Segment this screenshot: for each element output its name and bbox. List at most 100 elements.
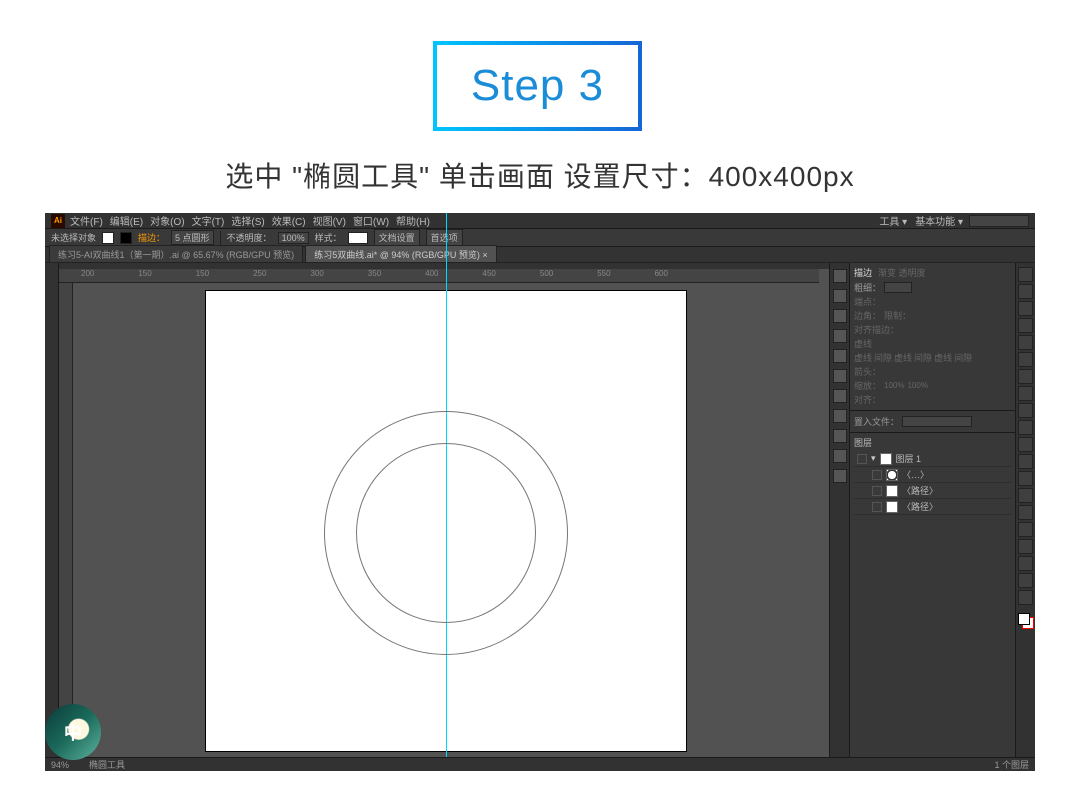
fill-swatch[interactable] [102, 232, 114, 244]
doc-tab-2-label: 练习5双曲线.ai* @ 94% (RGB/GPU 预览) [314, 250, 480, 260]
visibility-toggle[interactable] [857, 454, 867, 464]
visibility-toggle[interactable] [872, 470, 882, 480]
ruler-mark: 300 [310, 269, 323, 282]
prefs-button[interactable]: 首选项 [426, 229, 463, 246]
pencil-tool[interactable] [1018, 420, 1033, 435]
layer-row[interactable]: ▾ 图层 1 [854, 451, 1011, 467]
menu-help[interactable]: 帮助(H) [394, 213, 432, 228]
transform-icon[interactable] [833, 429, 847, 443]
appearance-icon[interactable] [833, 389, 847, 403]
stroke-panel-title[interactable]: 描边 [854, 266, 872, 279]
align-icon[interactable] [833, 409, 847, 423]
menu-object[interactable]: 对象(O) [148, 213, 186, 228]
fill-stroke-swatches[interactable] [1018, 613, 1034, 629]
line-tool[interactable] [1018, 369, 1033, 384]
lasso-tool[interactable] [1018, 318, 1033, 333]
scale-tool[interactable] [1018, 471, 1033, 486]
workspace: 200 150 150 250 300 350 400 450 500 550 … [59, 269, 829, 757]
arrow-scale-1[interactable]: 100% [884, 381, 904, 390]
menu-select[interactable]: 选择(S) [229, 213, 266, 228]
zoom-level[interactable]: 94% [51, 760, 69, 770]
no-selection-label: 未选择对象 [51, 231, 96, 244]
layer-name[interactable]: 〈路径〉 [902, 484, 938, 497]
menu-window[interactable]: 窗口(W) [351, 213, 391, 228]
artboards-icon[interactable] [833, 469, 847, 483]
color-icon[interactable] [833, 269, 847, 283]
dash-seg: 虚线 [934, 351, 952, 364]
type-tool[interactable] [1018, 352, 1033, 367]
chevron-down-icon[interactable]: ▾ [871, 453, 876, 464]
dash-seg: 间隙 [954, 351, 972, 364]
magic-wand-tool[interactable] [1018, 301, 1033, 316]
menu-edit[interactable]: 编辑(E) [108, 213, 145, 228]
swatches-icon[interactable] [833, 289, 847, 303]
layer-thumb [880, 453, 892, 465]
ruler-horizontal: 200 150 150 250 300 350 400 450 500 550 … [59, 269, 819, 283]
doc-setup-button[interactable]: 文档设置 [374, 229, 420, 246]
eyedropper-tool[interactable] [1018, 556, 1033, 571]
width-tool[interactable] [1018, 488, 1033, 503]
stroke-width[interactable]: 5 点圆形 [171, 230, 214, 245]
stroke-icon[interactable] [833, 349, 847, 363]
ellipse-inner[interactable] [356, 443, 536, 623]
layer-name[interactable]: 〈路径〉 [902, 500, 938, 513]
menu-effect[interactable]: 效果(C) [270, 213, 308, 228]
stroke-panel-tabs[interactable]: 渐变 透明度 [878, 266, 926, 279]
menu-file[interactable]: 文件(F) [68, 213, 105, 228]
symbols-icon[interactable] [833, 329, 847, 343]
style-swatch[interactable] [348, 232, 368, 244]
stroke-weight-field[interactable] [884, 282, 912, 293]
stroke-weight-label: 粗细： [854, 281, 881, 294]
layer-name[interactable]: 图层 1 [896, 452, 922, 465]
doc-tab-2[interactable]: 练习5双曲线.ai* @ 94% (RGB/GPU 预览) × [305, 245, 496, 262]
layers-panel-title[interactable]: 图层 [854, 436, 872, 449]
pen-tool[interactable] [1018, 335, 1033, 350]
current-tool-label: 椭圆工具 [89, 758, 125, 771]
toolbar-tools-label[interactable]: 工具 ▾ [877, 213, 909, 228]
dash-seg: 虚线 [854, 351, 872, 364]
menu-view[interactable]: 视图(V) [311, 213, 348, 228]
paintbrush-tool[interactable] [1018, 403, 1033, 418]
arrow-scale-2[interactable]: 100% [907, 381, 927, 390]
selection-tool[interactable] [1018, 267, 1033, 282]
canvas[interactable] [73, 283, 819, 747]
sublayer-row[interactable]: 〈路径〉 [854, 499, 1011, 515]
fill-color-swatch[interactable] [1018, 613, 1030, 625]
ruler-mark: 250 [253, 269, 266, 282]
workspace-switcher[interactable]: 基本功能 ▾ [913, 213, 965, 228]
stroke-dash-label[interactable]: 虚线 [854, 337, 872, 350]
place-files-field[interactable] [902, 416, 972, 427]
left-dock [45, 263, 59, 771]
layer-name[interactable]: 〈…〉 [902, 468, 929, 481]
brushes-icon[interactable] [833, 309, 847, 323]
sublayer-row[interactable]: 〈路径〉 [854, 483, 1011, 499]
doc-tab-1[interactable]: 练习5-AI双曲线1（第一期）.ai @ 65.67% (RGB/GPU 预览) [49, 245, 303, 262]
type-icon[interactable] [833, 449, 847, 463]
graphic-styles-icon[interactable] [833, 369, 847, 383]
stroke-align-label: 对齐描边： [854, 323, 899, 336]
zoom-tool[interactable] [1018, 590, 1033, 605]
opacity-value[interactable]: 100% [278, 232, 309, 244]
panel-dock [829, 263, 849, 771]
close-icon[interactable]: × [482, 250, 487, 260]
ruler-mark: 150 [196, 269, 209, 282]
toolbox [1015, 263, 1035, 771]
free-transform-tool[interactable] [1018, 505, 1033, 520]
menu-type[interactable]: 文字(T) [190, 213, 227, 228]
hand-tool[interactable] [1018, 573, 1033, 588]
direct-selection-tool[interactable] [1018, 284, 1033, 299]
rotate-tool[interactable] [1018, 454, 1033, 469]
search-input[interactable] [969, 215, 1029, 227]
arrow-align-label: 对齐： [854, 393, 881, 406]
step-badge: Step 3 [433, 41, 642, 131]
shape-builder-tool[interactable] [1018, 522, 1033, 537]
visibility-toggle[interactable] [872, 486, 882, 496]
sublayer-row[interactable]: 〈…〉 [854, 467, 1011, 483]
step-caption: 选中 "椭圆工具" 单击画面 设置尺寸：400x400px [0, 155, 1080, 195]
rectangle-tool[interactable] [1018, 386, 1033, 401]
visibility-toggle[interactable] [872, 502, 882, 512]
stroke-swatch[interactable] [120, 232, 132, 244]
doc-tab-1-label: 练习5-AI双曲线1（第一期）.ai @ 65.67% (RGB/GPU 预览) [58, 250, 294, 260]
eraser-tool[interactable] [1018, 437, 1033, 452]
gradient-tool[interactable] [1018, 539, 1033, 554]
